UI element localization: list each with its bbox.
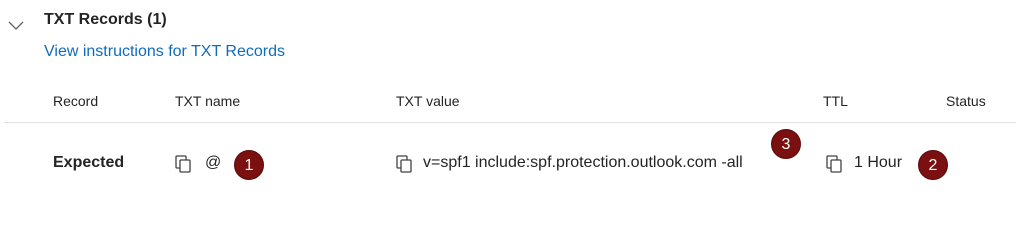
copy-icon[interactable] <box>396 155 412 173</box>
column-header-record: Record <box>53 93 99 109</box>
copy-icon[interactable] <box>175 155 191 173</box>
copy-icon[interactable] <box>826 155 842 173</box>
ttl-cell: 1 Hour <box>854 154 903 171</box>
view-instructions-link[interactable]: View instructions for TXT Records <box>44 43 285 61</box>
txt-value-cell: v=spf1 include:spf.protection.outlook.co… <box>423 154 743 171</box>
column-header-ttl: TTL <box>823 93 848 109</box>
column-header-status: Status <box>946 93 986 109</box>
column-header-txt-name: TXT name <box>175 93 241 109</box>
annotation-badge-3: 3 <box>771 129 801 159</box>
annotation-badge-1: 1 <box>234 150 264 180</box>
header-divider <box>4 122 1016 123</box>
section-title: TXT Records (1) <box>44 11 167 28</box>
txt-name-cell: @ <box>205 154 222 171</box>
column-header-txt-value: TXT value <box>396 93 460 109</box>
annotation-badge-2: 2 <box>918 150 948 180</box>
chevron-down-icon[interactable] <box>6 18 26 34</box>
record-cell: Expected <box>53 154 125 171</box>
